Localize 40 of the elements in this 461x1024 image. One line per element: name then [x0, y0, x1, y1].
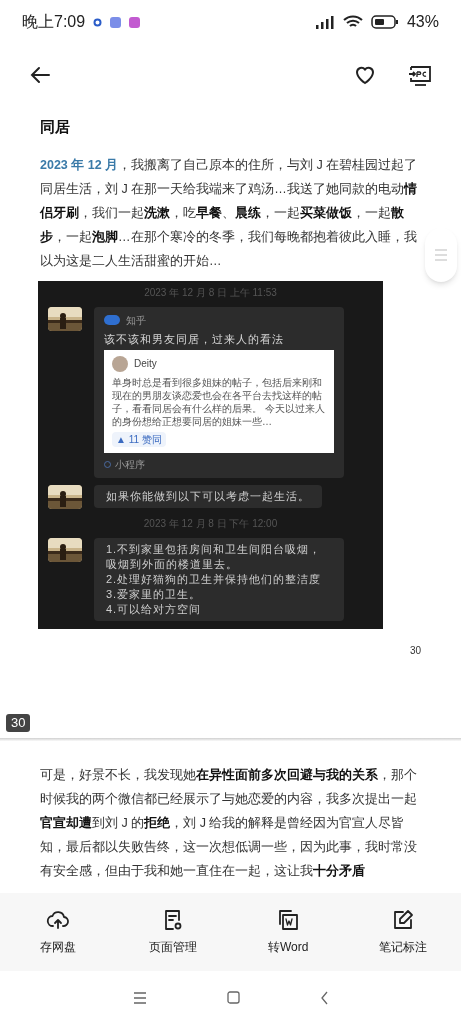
home-button[interactable] — [226, 991, 240, 1004]
chat-bubble: 如果你能做到以下可以考虑一起生活。 — [94, 484, 322, 508]
article-paragraph: 可是，好景不长，我发现她在异性面前多次回避与我的关系，那个时候我的两个微信都已经展示了与她恋爱的内容，我多次提出一起 官宣却遭到刘 J 的拒绝，刘 J 给我的解释是曾经因为官宣人尽皆知，最后都以失败告终，这一次想低调一些，因为此事，我时常没有安全感，但由于我和她一直住在一起，这让我十分矛盾 — [40, 767, 418, 880]
menu-icon — [132, 991, 147, 1004]
toolbar-button[interactable]: 笔记标注 — [345, 893, 461, 971]
card-source: 知乎 — [126, 313, 146, 328]
card-excerpt: 单身时总是看到很多姐妹的帖子，包括后来刚和现在的男朋友谈恋爱也会在各平台去找这样的帖子，看看同居会有什么样的后果。 今天以过来人的身份想给正想要同居的姐妹一些… — [112, 375, 326, 428]
page-number: 30 — [409, 643, 421, 658]
chat-bubble: 1.不到家里包括房间和卫生间阳台吸烟，吸烟到外面的楼道里去。 2.处理好猫狗的卫生并保持他们的整洁度 3.爱家里的卫生。 4.可以给对方空间 — [94, 537, 344, 621]
section-title: 同居 — [40, 117, 71, 137]
signal-icon — [314, 15, 335, 29]
toolbar-button[interactable]: 转Word — [230, 893, 346, 971]
menu-button[interactable] — [132, 991, 147, 1004]
card-title: 该不该和男友同居，过来人的看法 — [104, 331, 285, 346]
author-avatar — [112, 355, 128, 372]
word-document-icon — [276, 908, 301, 932]
wifi-icon — [342, 15, 363, 29]
lines-icon — [434, 248, 448, 262]
toolbar-button[interactable]: 存网盘 — [0, 893, 116, 971]
ring-icon — [93, 17, 103, 27]
battery-percent: 43% — [406, 12, 439, 32]
vote-badge: ▲ 11 赞同 — [112, 431, 166, 447]
app-notification-icon — [129, 16, 141, 28]
page-badge: 30 — [6, 714, 31, 732]
source-icon — [104, 315, 120, 325]
author-name: Deity — [134, 357, 157, 371]
app-notification-icon — [110, 16, 122, 28]
square-icon — [226, 991, 240, 1004]
chevron-icon — [319, 990, 329, 1005]
scroll-handle[interactable] — [425, 228, 457, 282]
card-footer: 小程序 — [115, 456, 145, 472]
edit-note-icon — [391, 908, 416, 932]
battery-icon — [370, 15, 399, 29]
article-paragraph: 2023 年 12 月，我搬离了自己原本的住所，与刘 J 在碧桂园过起了同居生活，刘 J 在那一天给我端来了鸡汤…我送了她同款的电动情侣牙刷，我们一起洗漱，吃早餐、晨练，一起买菜做饭，一起散步，一起泡脚…在那个寒冷的冬季，我们每晚都抱着彼此入睡，我以为这是二人生活甜蜜的开始… — [40, 156, 419, 270]
link-card[interactable]: 知乎 该不该和男友同居，过来人的看法 Deity 单身时总是看到很多姐妹的帖子，包括后来刚和现在的男朋友谈恋爱也会在各平台去找这样的帖子，看看同居会有什么样的后果。 今天以过来人的身份想给正想要同居的姐妹一些… ▲ 11 赞同 小程序 — [94, 306, 344, 478]
link-icon — [104, 460, 111, 468]
cloud-upload-icon — [45, 908, 70, 932]
back-nav-button[interactable] — [319, 990, 329, 1005]
status-time: 晚上7:09 — [22, 12, 86, 32]
toolbar-button[interactable]: 页面管理 — [115, 893, 231, 971]
